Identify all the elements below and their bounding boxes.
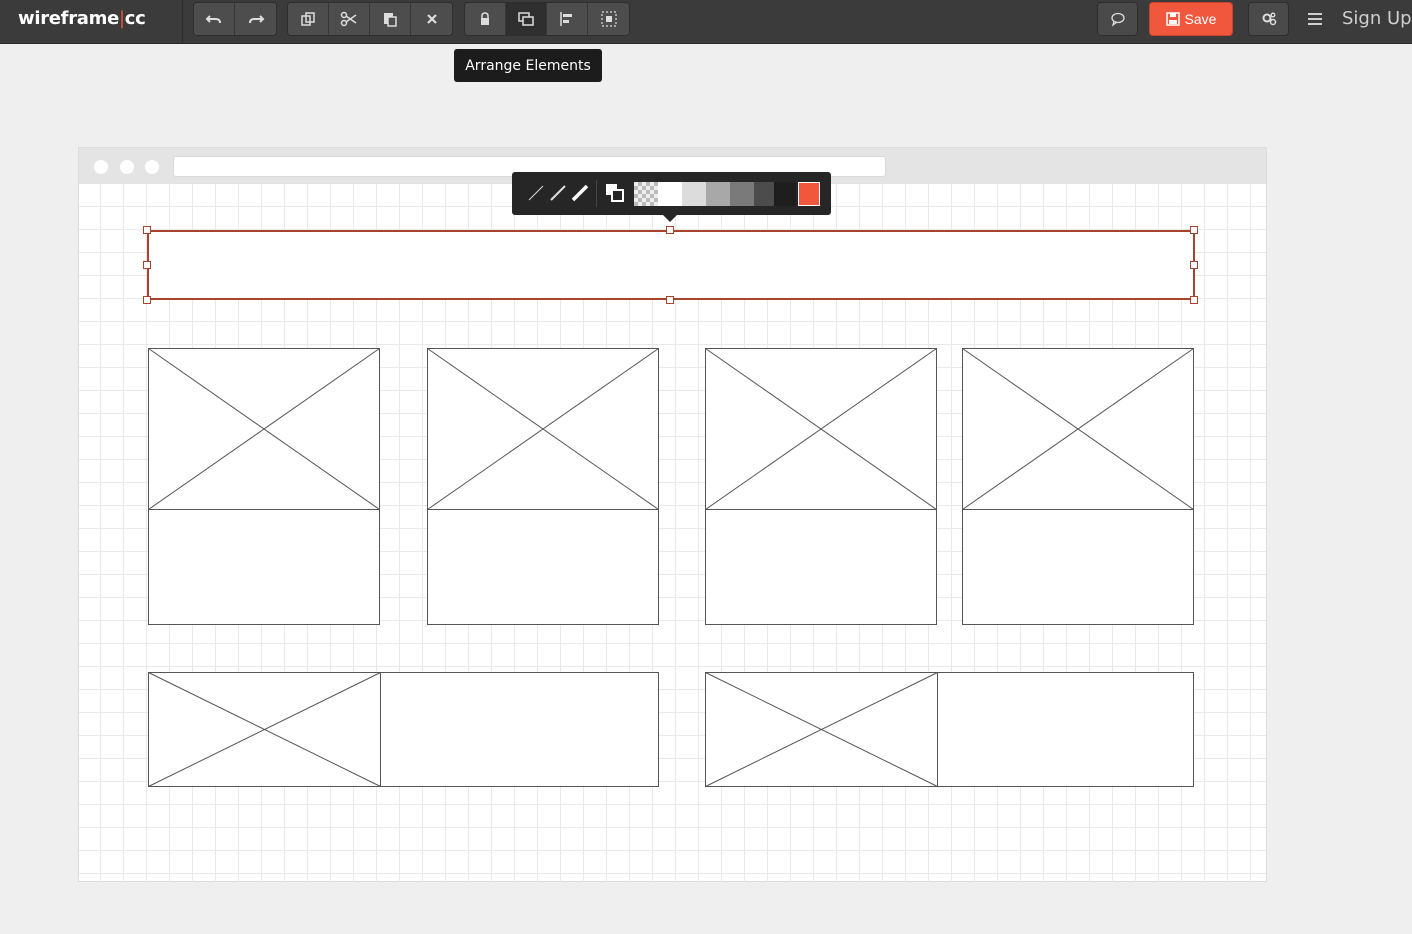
color-swatch[interactable] <box>774 182 796 206</box>
wireframe-shapes <box>148 348 1194 787</box>
color-swatch[interactable] <box>730 182 754 206</box>
resize-handle[interactable] <box>666 296 674 304</box>
media-row-card[interactable] <box>148 672 659 787</box>
color-swatch[interactable] <box>706 182 730 206</box>
color-swatch[interactable] <box>754 182 774 206</box>
image-card[interactable] <box>427 348 659 625</box>
resize-handle[interactable] <box>666 226 674 234</box>
media-row-card[interactable] <box>705 672 1194 787</box>
divider <box>596 180 597 207</box>
resize-handle[interactable] <box>143 261 151 269</box>
resize-handle[interactable] <box>1190 296 1198 304</box>
medium-line-icon[interactable] <box>547 182 569 204</box>
image-card[interactable] <box>962 348 1194 625</box>
resize-handle[interactable] <box>143 296 151 304</box>
color-swatch[interactable] <box>658 182 682 206</box>
image-card[interactable] <box>148 348 380 625</box>
toolbar-pointer <box>663 215 677 222</box>
style-toolbar <box>512 172 831 222</box>
resize-handle[interactable] <box>143 226 151 234</box>
resize-handle[interactable] <box>1190 261 1198 269</box>
color-swatch[interactable] <box>682 182 706 206</box>
bring-forward-icon[interactable] <box>604 182 626 204</box>
transparent-swatch[interactable] <box>634 182 658 206</box>
color-swatch-active[interactable] <box>798 182 820 206</box>
thin-line-icon[interactable] <box>525 182 547 204</box>
selected-header-box[interactable] <box>147 230 1195 300</box>
resize-handle[interactable] <box>1190 226 1198 234</box>
image-card[interactable] <box>705 348 937 625</box>
thick-line-icon[interactable] <box>569 182 591 204</box>
